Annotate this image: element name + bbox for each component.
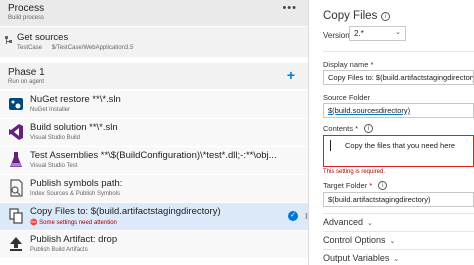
divider xyxy=(323,249,474,250)
add-task-icon[interactable]: + xyxy=(287,67,295,83)
phase-subtitle: Run on agent xyxy=(8,79,45,85)
copy-files-icon xyxy=(9,208,23,224)
error-icon: ⛔ xyxy=(30,220,38,226)
checkbox-checked-icon[interactable]: ✓ xyxy=(288,211,298,221)
divider xyxy=(323,231,474,232)
task-title: Copy Files to: $(build.artifactstagingdi… xyxy=(30,206,221,217)
target-folder-label: Target Folder * i xyxy=(323,181,388,190)
task-publish-symbols[interactable]: Publish symbols path: Index Sources & Pu… xyxy=(0,175,308,202)
display-name-label-text: Display name xyxy=(323,60,369,69)
section-output-variables[interactable]: Output Variables ⌄ xyxy=(323,253,399,263)
display-name-label: Display name * xyxy=(323,60,373,69)
task-title: Publish Artifact: drop xyxy=(30,234,118,245)
contents-label-text: Contents xyxy=(323,124,354,133)
get-sources-item[interactable]: Get sources TestCase $/TestCase/WebAppli… xyxy=(0,27,308,57)
display-name-field[interactable]: Copy Files to: $(build.artifactstagingdi… xyxy=(323,70,474,85)
section-control-options[interactable]: Control Options ⌄ xyxy=(323,235,395,245)
divider xyxy=(323,213,474,214)
info-icon[interactable]: i xyxy=(378,181,388,190)
process-header[interactable]: Process Build process ••• xyxy=(0,0,308,26)
test-flask-icon xyxy=(10,152,22,167)
contents-label: Contents * i xyxy=(323,124,374,133)
branch-path: $/TestCase/WebApplication3.5 xyxy=(51,45,134,51)
symbols-icon xyxy=(10,179,23,197)
task-subtitle: Index Sources & Publish Symbols xyxy=(30,191,121,197)
more-icon[interactable]: ••• xyxy=(282,3,297,14)
section-advanced-label: Advanced xyxy=(323,217,364,227)
get-sources-title: Get sources xyxy=(17,32,69,43)
source-folder-field[interactable]: $(build.sourcesdirectory) xyxy=(323,103,474,118)
chevron-down-icon: ⌄ xyxy=(395,29,401,36)
task-test-assemblies[interactable]: Test Assemblies **\$(BuildConfiguration)… xyxy=(0,147,308,174)
task-subtitle: Visual Studio Build xyxy=(30,135,80,141)
chevron-down-icon: ⌄ xyxy=(389,238,396,245)
source-branch-icon xyxy=(5,36,12,44)
process-title: Process xyxy=(8,3,45,14)
divider xyxy=(323,51,474,52)
task-title: Publish symbols path: xyxy=(30,178,123,189)
task-nuget-restore[interactable]: NuGet restore **\*.sln NuGet Installer xyxy=(0,91,308,118)
version-select[interactable]: 2.* ⌄ xyxy=(349,26,406,41)
task-subtitle: NuGet Installer xyxy=(30,107,71,113)
task-title: Build solution **\*.sln xyxy=(30,122,118,133)
task-subtitle: Publish Build Artifacts xyxy=(30,247,88,253)
panel-title: Copy Files i xyxy=(323,10,391,22)
task-list-pane: Process Build process ••• Get sources Te… xyxy=(0,0,308,265)
task-subtitle: Visual Studio Test xyxy=(30,163,78,169)
upload-icon xyxy=(10,237,22,251)
section-control-options-label: Control Options xyxy=(323,235,386,245)
chevron-down-icon: ⌄ xyxy=(393,256,400,263)
contents-callout: Copy the files that you need here xyxy=(345,141,456,150)
task-subtitle: Some settings need attention xyxy=(39,220,117,226)
version-label: Version xyxy=(323,31,350,40)
required-mark: * xyxy=(369,181,373,190)
get-sources-meta: TestCase $/TestCase/WebApplication3.5 xyxy=(17,45,141,51)
phase-title: Phase 1 xyxy=(8,67,45,78)
visual-studio-icon xyxy=(9,124,23,140)
text-caret xyxy=(330,140,331,151)
task-title: NuGet restore **\*.sln xyxy=(30,94,121,105)
phase-header[interactable]: Phase 1 Run on agent + xyxy=(0,63,308,89)
task-build-solution[interactable]: Build solution **\*.sln Visual Studio Bu… xyxy=(0,119,308,146)
target-folder-field[interactable]: $(build.artifactstagingdirectory) xyxy=(323,192,474,207)
section-advanced[interactable]: Advanced ⌄ xyxy=(323,217,373,227)
process-subtitle: Build process xyxy=(8,15,45,21)
contents-error-text: This setting is required. xyxy=(323,169,386,175)
task-warning: ⛔ Some settings need attention xyxy=(30,219,117,226)
info-icon[interactable]: i xyxy=(381,12,391,21)
required-mark: * xyxy=(370,60,374,69)
chevron-down-icon: ⌄ xyxy=(367,220,373,227)
required-mark: * xyxy=(355,124,359,133)
contents-field[interactable]: Copy the files that you need here xyxy=(323,135,474,167)
info-icon[interactable]: i xyxy=(364,124,374,133)
source-folder-label: Source Folder xyxy=(323,93,371,102)
task-title: Test Assemblies **\$(BuildConfiguration)… xyxy=(30,150,277,161)
version-value: 2.* xyxy=(354,29,364,38)
target-folder-label-text: Target Folder xyxy=(323,181,368,190)
section-output-variables-label: Output Variables xyxy=(323,253,390,263)
panel-title-text: Copy Files xyxy=(323,10,378,22)
task-publish-artifact[interactable]: Publish Artifact: drop Publish Build Art… xyxy=(0,231,308,258)
task-properties-panel: Copy Files i Version 2.* ⌄ Display name *… xyxy=(309,0,474,265)
source-folder-value: $(build.sourcesdirectory) xyxy=(328,106,411,115)
task-copy-files[interactable]: Copy Files to: $(build.artifactstagingdi… xyxy=(0,203,308,230)
nuget-icon xyxy=(9,98,23,110)
repo-name: TestCase xyxy=(17,45,43,51)
